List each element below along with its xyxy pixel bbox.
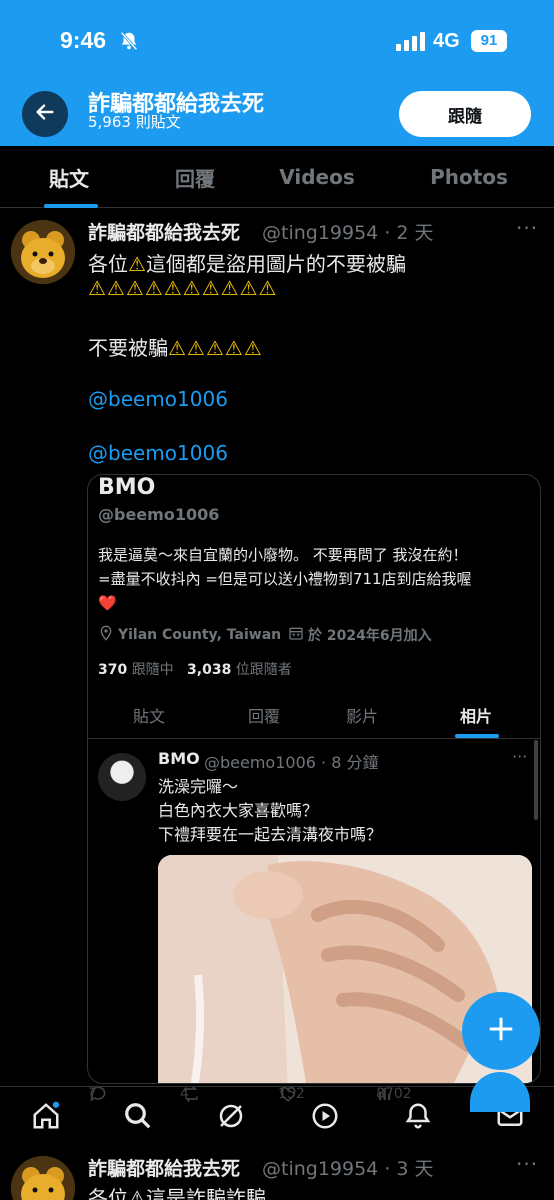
tweet-author-name[interactable]: 詐騙都都給我去死 [88,1154,240,1181]
inner-handle-time: @beemo1006 · 8 分鐘 [204,753,379,772]
warning-emoji: ⚠ [128,252,146,276]
status-time: 9:46 [60,27,107,53]
avatar[interactable] [11,1156,75,1200]
location-icon [98,625,114,645]
location-text: Yilan County, Taiwan [118,627,282,643]
nav-search[interactable] [121,1101,155,1135]
tweet-handle-time[interactable]: @ting19954 · 2 天 [262,218,434,245]
tab-label: Videos [279,165,355,189]
bio-line: =盡量不收抖內 =但是可以送小禮物到711店到店給我喔 [98,570,472,588]
compose-plus-icon [486,1014,516,1048]
tab-label: Photos [430,165,508,189]
nav-grok[interactable] [214,1101,248,1135]
heart-emoji: ❤️ [98,594,117,612]
calendar-icon [288,625,304,645]
tweet-author-name[interactable]: 詐騙都都給我去死 [88,218,240,245]
tweet-text-line3: 不要被騙⚠⚠⚠⚠⚠ [88,332,263,361]
back-button[interactable] [22,91,68,137]
nav-notifications[interactable] [401,1101,435,1135]
card-tab-posts: 貼文 [133,707,166,726]
inner-text-line: 白色內衣大家喜歡嗎？ [158,801,319,820]
text-segment: 各位 [88,252,128,276]
card-tab-replies: 回覆 [248,707,281,726]
bio-line: 我是逼莫～來自宜蘭的小廢物。 不要再問了 我沒在約！ [98,546,468,564]
following-count: 370 [98,662,128,678]
post-count: 5,963 則貼文 [88,113,181,131]
card-profile-name: BMO [98,475,156,500]
warning-emoji: ⚠⚠⚠⚠⚠ [168,336,263,360]
tab-photos[interactable]: Photos [414,146,524,208]
active-tab-indicator [44,204,98,208]
avatar[interactable] [11,220,75,284]
more-options-button[interactable]: ··· [516,1152,538,1176]
notifications-icon [403,1101,433,1135]
follow-button[interactable]: 跟隨 [399,91,531,137]
card-follow-stats: 370 跟隨中 3,038 位跟隨者 [98,659,292,679]
signal-icon [396,31,426,55]
tab-posts[interactable]: 貼文 [14,146,124,208]
card-joined: 於 2024年6月加入 [288,625,432,645]
back-arrow-icon [34,101,56,127]
nav-home[interactable] [29,1101,63,1135]
tweet-handle-time[interactable]: @ting19954 · 3 天 [262,1154,434,1181]
inner-text-line: 下禮拜要在一起去清溝夜市嗎？ [158,825,383,844]
card-tab-videos: 影片 [346,707,379,726]
bell-off-icon [118,30,140,56]
tab-videos[interactable]: Videos [262,146,372,208]
more-options-button[interactable]: ··· [516,216,538,240]
tab-label: 貼文 [49,166,89,191]
tab-replies[interactable]: 回覆 [140,146,250,208]
tweet-text-line2: ⚠⚠⚠⚠⚠⚠⚠⚠⚠⚠ [88,276,278,300]
inner-author-name: BMO [158,749,200,768]
search-icon [123,1101,153,1135]
card-tabs: 貼文 回覆 影片 相片 [88,695,540,739]
profile-tabs: 貼文 回覆 Videos Photos [0,146,554,208]
spaces-icon [310,1101,340,1135]
text-segment: 不要被騙 [88,336,168,360]
card-scrollbar [534,740,538,820]
inner-text-line: 洗澡完囉～ [158,777,239,796]
tab-label: 回覆 [175,166,215,191]
following-label: 跟隨中 [131,662,174,678]
compose-button[interactable] [462,992,540,1070]
card-profile-handle: @beemo1006 [98,505,220,524]
joined-text: 於 2024年6月加入 [308,628,432,644]
card-bio: 我是逼莫～來自宜蘭的小廢物。 不要再問了 我沒在約！ =盡量不收抖內 =但是可以… [98,543,472,615]
mention-link[interactable]: @beemo1006 [88,441,228,465]
grok-icon [216,1101,246,1135]
tweet-text-line1: 各位⚠這是詐騙詐騙 [88,1186,266,1200]
network-type: 4G [433,30,460,52]
card-location: Yilan County, Taiwan [98,625,281,645]
followers-count: 3,038 [187,662,232,678]
nav-spaces[interactable] [308,1101,342,1135]
inner-avatar [98,753,146,801]
followers-label: 位跟隨者 [235,662,292,678]
mention-link[interactable]: @beemo1006 [88,387,228,411]
text-segment: 這個都是盜用圖片的不要被騙 [145,252,406,276]
status-bar: 9:46 4G 91 [0,0,554,80]
inner-more-icon: ··· [512,747,528,766]
battery-indicator: 91 [471,30,507,52]
card-tab-photos: 相片 [460,707,493,726]
attached-image-card[interactable]: BMO @beemo1006 我是逼莫～來自宜蘭的小廢物。 不要再問了 我沒在約… [87,474,541,1084]
card-active-tab-indicator [455,734,499,738]
tweet-text-line1: 各位⚠這個都是盜用圖片的不要被騙 [88,248,406,277]
home-icon [31,1101,61,1135]
